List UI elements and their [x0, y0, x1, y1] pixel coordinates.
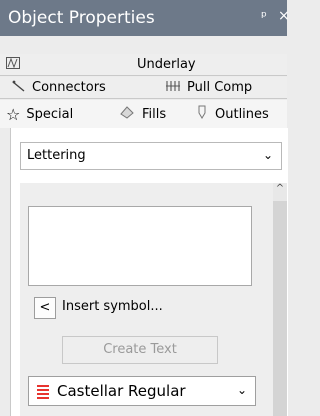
tab-row-2: Connectors Pull Comp	[0, 77, 287, 99]
object-type-dropdown[interactable]: Lettering ⌄	[20, 142, 282, 170]
connector-icon	[12, 80, 26, 96]
insert-symbol-label: Insert symbol...	[62, 299, 163, 314]
panel-title: Object Properties	[8, 8, 155, 28]
tab-pull-comp[interactable]: Pull Comp	[165, 77, 252, 98]
insert-symbol-button[interactable]: <	[34, 297, 56, 319]
pull-comp-icon	[165, 80, 181, 96]
tab-underlay[interactable]: Underlay	[137, 54, 196, 75]
scrollbar[interactable]	[273, 183, 287, 416]
chevron-down-icon: ⌄	[262, 148, 273, 162]
underlay-icon	[6, 56, 20, 73]
fill-icon	[118, 105, 136, 123]
create-text-button[interactable]: Create Text	[62, 336, 218, 364]
tab-fills[interactable]: Fills	[118, 100, 166, 128]
star-icon: ☆	[6, 104, 21, 124]
tab-connectors[interactable]: Connectors	[12, 77, 106, 98]
chevron-down-icon: ⌄	[236, 383, 247, 397]
object-type-value: Lettering	[27, 148, 86, 163]
tab-row-3: ☆ Special Fills Outlines	[0, 100, 287, 128]
font-dropdown[interactable]: Castellar Regular ⌄	[28, 376, 256, 406]
font-value: Castellar Regular	[57, 382, 186, 400]
scroll-up-icon[interactable]: ^	[273, 183, 287, 201]
panel-title-bar: Object Properties ᵖ ×	[0, 0, 290, 36]
tab-outlines[interactable]: Outlines	[195, 100, 269, 128]
outline-icon	[195, 105, 209, 123]
close-icon[interactable]: ×	[278, 8, 290, 24]
tab-underlay-icon-cell[interactable]	[6, 54, 26, 75]
font-icon	[36, 383, 50, 403]
tab-special[interactable]: ☆ Special	[6, 100, 73, 128]
lettering-text-input[interactable]	[28, 206, 252, 286]
tab-row-1: Underlay	[0, 54, 287, 76]
pin-icon[interactable]: ᵖ	[261, 9, 267, 25]
